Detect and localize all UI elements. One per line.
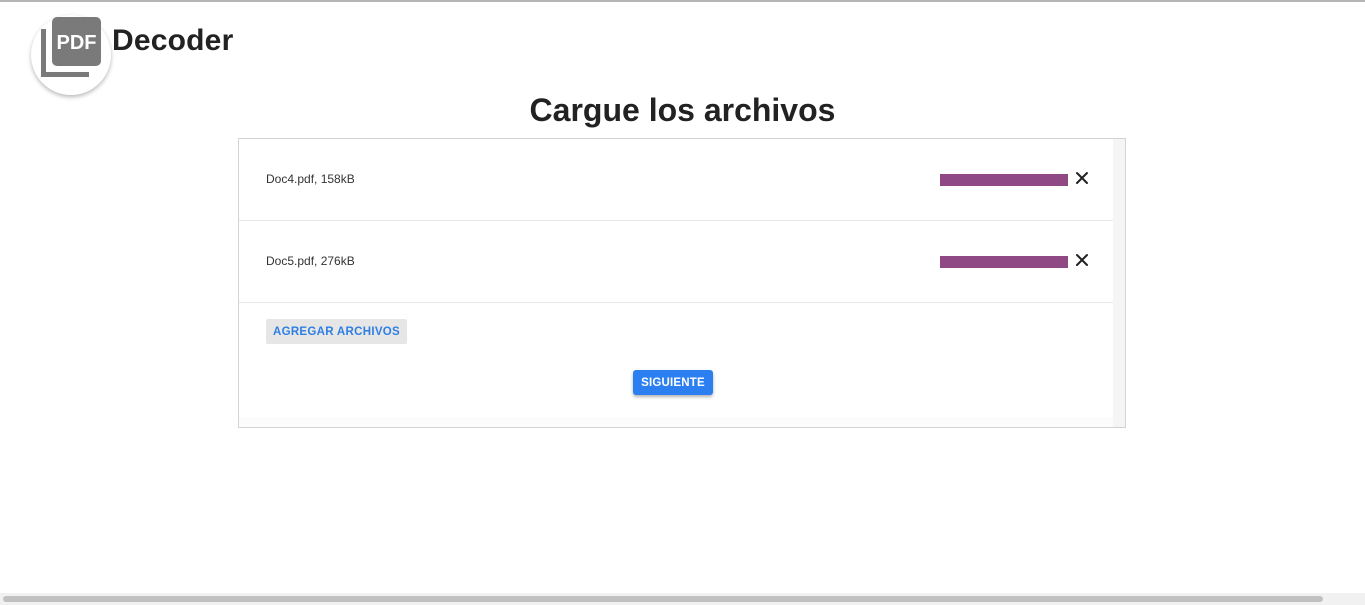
remove-file-button[interactable] xyxy=(1074,170,1090,186)
add-files-button[interactable]: AGREGAR ARCHIVOS xyxy=(266,319,407,344)
upload-progress xyxy=(940,174,1068,186)
file-name: Doc5.pdf, 276kB xyxy=(266,254,355,268)
upload-progress-fill xyxy=(940,256,1068,268)
top-border xyxy=(0,0,1365,2)
remove-file-button[interactable] xyxy=(1074,252,1090,268)
panel-scrollbar[interactable] xyxy=(1113,139,1125,427)
page-title: Cargue los archivos xyxy=(529,92,836,128)
close-icon xyxy=(1076,254,1088,266)
file-name: Doc4.pdf, 158kB xyxy=(266,172,355,186)
upload-progress-fill xyxy=(940,174,1068,186)
pdf-stack-icon: PDF xyxy=(41,17,101,77)
next-button[interactable]: SIGUIENTE xyxy=(633,370,713,395)
logo[interactable]: PDF xyxy=(31,15,111,95)
horizontal-scrollbar-thumb[interactable] xyxy=(3,596,1323,602)
brand-name: Decoder xyxy=(112,24,234,57)
upload-progress xyxy=(940,256,1068,268)
horizontal-scrollbar[interactable] xyxy=(0,593,1365,605)
logo-text: PDF xyxy=(57,32,97,54)
close-icon xyxy=(1076,172,1088,184)
file-row: Doc4.pdf, 158kB xyxy=(239,139,1113,221)
upload-panel: Doc4.pdf, 158kB Doc5.pdf, 276kB AGREGAR … xyxy=(238,138,1126,428)
file-row: Doc5.pdf, 276kB xyxy=(239,221,1113,303)
file-list: Doc4.pdf, 158kB Doc5.pdf, 276kB AGREGAR … xyxy=(239,139,1113,417)
